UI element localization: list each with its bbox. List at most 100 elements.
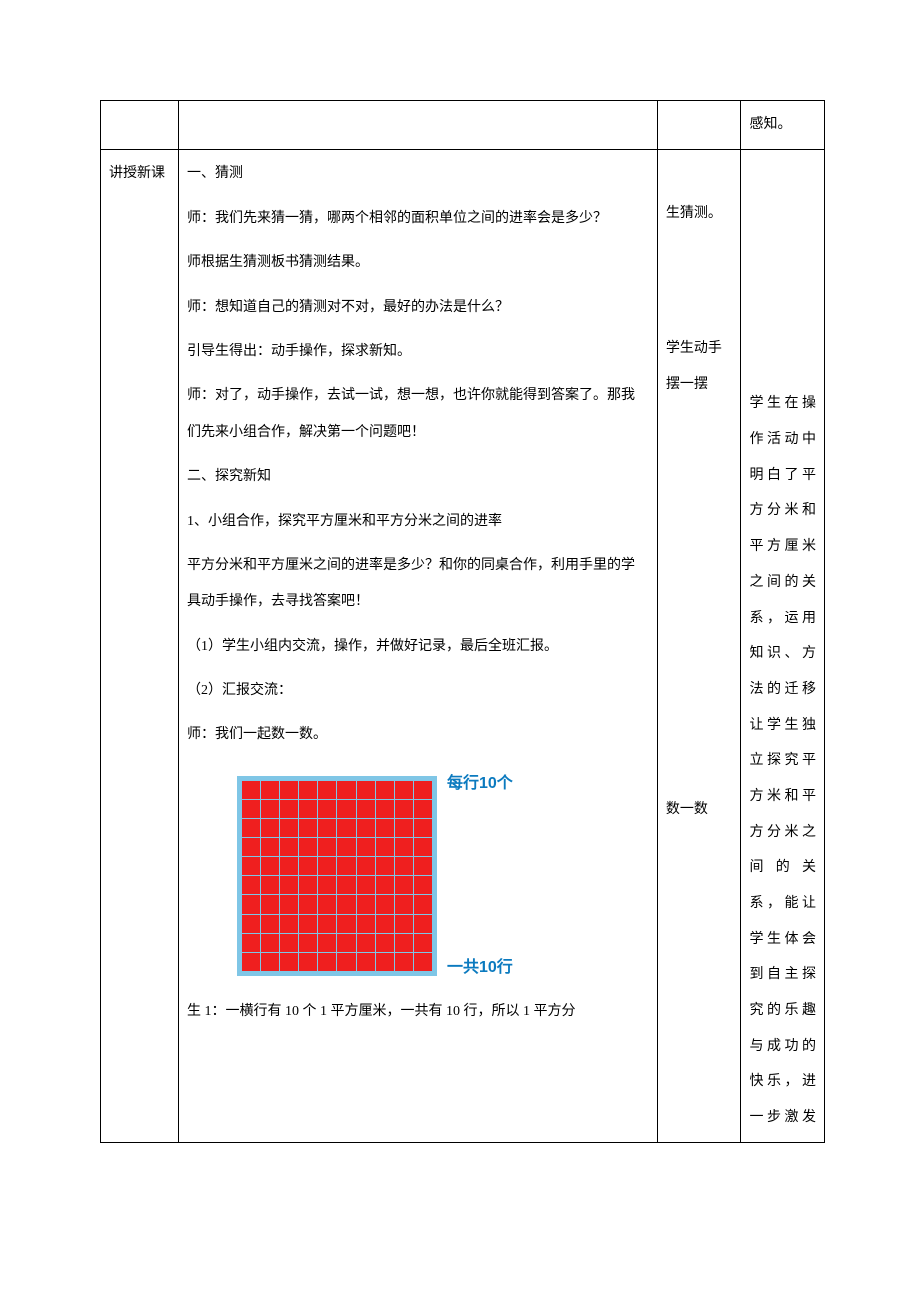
grid-cell — [357, 800, 375, 818]
grid-cell — [299, 857, 317, 875]
cell-prev-continuation: 感知。 — [741, 101, 825, 150]
grid-cell — [318, 838, 336, 856]
grid-cell — [261, 934, 279, 952]
cell-teacher-content: 一、猜测 师：我们先来猜一猜，哪两个相邻的面积单位之间的进率会是多少？ 师根据生… — [178, 150, 657, 1142]
diagram-label-bottom: 一共10行 — [447, 958, 513, 977]
paragraph: 1、小组合作，探究平方厘米和平方分米之间的进率 — [187, 504, 649, 540]
section-heading: 一、猜测 — [187, 156, 649, 192]
grid-cell — [261, 781, 279, 799]
grid-cell — [337, 915, 355, 933]
grid-cell — [357, 838, 375, 856]
grid-cell — [318, 857, 336, 875]
grid-cell — [395, 800, 413, 818]
section-heading: 二、探究新知 — [187, 459, 649, 495]
grid-cell — [395, 934, 413, 952]
grid-cell — [242, 857, 260, 875]
paragraph: （2）汇报交流： — [187, 673, 649, 709]
grid-cell — [261, 876, 279, 894]
grid-cell — [337, 876, 355, 894]
cell-empty — [657, 101, 741, 150]
grid-cell — [414, 819, 432, 837]
grid-cell — [280, 895, 298, 913]
grid-cell — [280, 915, 298, 933]
paragraph: 生 1：一横行有 10 个 1 平方厘米，一共有 10 行，所以 1 平方分 — [187, 994, 649, 1030]
grid-cell — [337, 819, 355, 837]
grid-cell — [357, 934, 375, 952]
grid-cell — [414, 895, 432, 913]
grid-cell — [261, 800, 279, 818]
grid-cell — [242, 876, 260, 894]
grid-cell — [242, 819, 260, 837]
grid-cell — [318, 819, 336, 837]
grid-cell — [261, 819, 279, 837]
grid-cell — [337, 953, 355, 971]
paragraph: 师：对了，动手操作，去试一试，想一想，也许你就能得到答案了。那我们先来小组合作，… — [187, 378, 649, 451]
grid-cell — [357, 915, 375, 933]
paragraph: 师：我们先来猜一猜，哪两个相邻的面积单位之间的进率会是多少？ — [187, 201, 649, 237]
grid-cell — [395, 895, 413, 913]
cell-empty — [101, 101, 179, 150]
paragraph: 师根据生猜测板书猜测结果。 — [187, 245, 649, 281]
grid-cell — [242, 838, 260, 856]
grid-cell — [318, 895, 336, 913]
grid-cell — [376, 953, 394, 971]
cell-design-intent: 学生在操作活动中明白了平方分米和平方厘米之间的关系，运用知识、方法的迁移让学生独… — [741, 150, 825, 1142]
grid-cell — [376, 934, 394, 952]
grid-cell — [261, 953, 279, 971]
grid-cell — [357, 895, 375, 913]
grid-cell — [414, 876, 432, 894]
grid-cell — [414, 857, 432, 875]
grid-cell — [242, 781, 260, 799]
grid-cell — [261, 915, 279, 933]
grid-cell — [337, 934, 355, 952]
grid-cell — [299, 915, 317, 933]
activity: 生猜测。 — [666, 196, 733, 232]
grid-cell — [376, 819, 394, 837]
grid-cell — [414, 915, 432, 933]
grid-cell — [414, 781, 432, 799]
grid-cell — [242, 915, 260, 933]
paragraph: 师：想知道自己的猜测对不对，最好的办法是什么？ — [187, 290, 649, 326]
intent-text: 学生在操作活动中明白了平方分米和平方厘米之间的关系，运用知识、方法的迁移让学生独… — [749, 386, 816, 1135]
grid-cell — [357, 819, 375, 837]
grid-cell — [280, 876, 298, 894]
grid-cell — [414, 953, 432, 971]
grid-cell — [280, 857, 298, 875]
text: 感知。 — [749, 117, 791, 132]
grid-cell — [414, 838, 432, 856]
grid-cell — [357, 876, 375, 894]
grid-cell — [280, 953, 298, 971]
grid-cell — [242, 934, 260, 952]
grid-diagram: 每行10个 一共10行 — [187, 762, 649, 994]
grid-cell — [280, 819, 298, 837]
grid-cell — [395, 838, 413, 856]
grid-cell — [395, 953, 413, 971]
grid-cell — [318, 800, 336, 818]
grid-cell — [337, 800, 355, 818]
cell-stage: 讲授新课 — [101, 150, 179, 1142]
grid-cell — [414, 800, 432, 818]
grid-cell — [299, 800, 317, 818]
activity: 学生动手摆一摆 — [666, 331, 733, 404]
grid-cell — [299, 819, 317, 837]
grid-cell — [299, 781, 317, 799]
grid-cell — [376, 895, 394, 913]
grid-cell — [318, 934, 336, 952]
cell-empty — [178, 101, 657, 150]
grid-cell — [337, 857, 355, 875]
grid-cell — [376, 800, 394, 818]
grid-cell — [242, 953, 260, 971]
grid-cell — [395, 857, 413, 875]
grid-cell — [318, 953, 336, 971]
grid-cell — [242, 800, 260, 818]
grid-cell — [318, 915, 336, 933]
grid-10x10 — [237, 776, 437, 976]
grid-cell — [337, 895, 355, 913]
table-row: 讲授新课 一、猜测 师：我们先来猜一猜，哪两个相邻的面积单位之间的进率会是多少？… — [101, 150, 825, 1142]
grid-cell — [280, 934, 298, 952]
grid-cell — [395, 819, 413, 837]
grid-cell — [280, 781, 298, 799]
lesson-plan-table: 感知。 讲授新课 一、猜测 师：我们先来猜一猜，哪两个相邻的面积单位之间的进率会… — [100, 100, 825, 1143]
grid-cell — [395, 915, 413, 933]
grid-cell — [376, 838, 394, 856]
